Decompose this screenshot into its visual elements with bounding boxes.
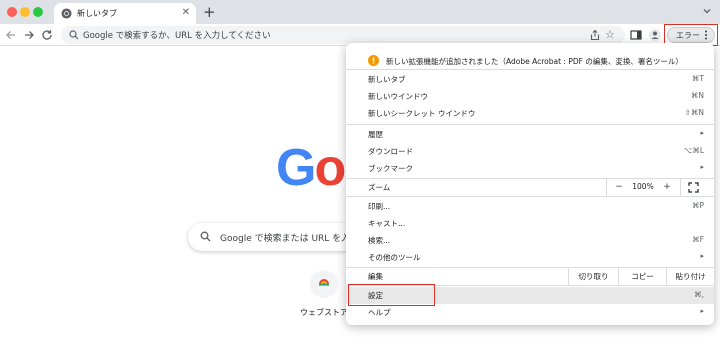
menu-item-cast[interactable]: キャスト... — [346, 215, 714, 232]
menu-item-label: キャスト... — [368, 219, 406, 228]
zoom-divider — [680, 179, 681, 196]
menu-item-bookmarks[interactable]: ブックマーク ▸ — [346, 160, 714, 177]
back-arrow-icon[interactable] — [4, 28, 18, 42]
tab-strip: 新しいタブ ✕ + — [0, 0, 720, 24]
shortcut-label: ウェブストア — [300, 308, 348, 317]
menu-item-label: ズーム — [368, 183, 391, 192]
reload-icon[interactable] — [40, 28, 54, 42]
menu-item-new-incognito[interactable]: 新しいシークレット ウインドウ ⇧⌘N — [346, 105, 714, 122]
copy-button[interactable]: コピー — [618, 268, 666, 285]
menu-item-label: 印刷... — [368, 202, 391, 211]
shortcut-web-store[interactable] — [310, 270, 338, 298]
menu-item-downloads[interactable]: ダウンロード ⌥⌘L — [346, 143, 714, 160]
chrome-favicon — [61, 8, 72, 19]
logo-letter-o: o — [314, 139, 346, 197]
search-box-placeholder: Google で検索または URL を入 — [220, 234, 351, 244]
chrome-menu: 新しい拡張機能が追加されました（Adobe Acrobat : PDF の編集、… — [346, 43, 714, 325]
chevron-down-icon[interactable] — [702, 6, 712, 16]
menu-item-more-tools[interactable]: その他のツール ▸ — [346, 249, 714, 266]
menu-item-find[interactable]: 検索... ⌘F — [346, 232, 714, 249]
search-icon — [200, 231, 211, 242]
menu-item-label: ヘルプ — [368, 308, 391, 317]
menu-item-shortcut: ⌘N — [690, 91, 704, 100]
settings-highlight — [348, 284, 435, 306]
menu-item-label: 新しいタブ — [368, 75, 406, 84]
zoom-level: 100% — [632, 182, 654, 191]
side-panel-icon[interactable] — [629, 28, 643, 42]
star-icon[interactable]: ☆ — [605, 28, 615, 42]
zoom-divider — [606, 179, 607, 196]
web-store-icon — [319, 279, 329, 286]
logo-letter-g: G — [276, 139, 316, 197]
submenu-arrow-icon: ▸ — [700, 307, 704, 315]
menu-item-edit: 編集 切り取り コピー 貼り付け — [346, 268, 714, 285]
search-icon — [69, 30, 79, 40]
submenu-arrow-icon: ▸ — [700, 129, 704, 137]
fullscreen-icon[interactable] — [688, 182, 699, 193]
maximize-window-button[interactable] — [33, 7, 43, 17]
menu-divider — [346, 196, 714, 197]
submenu-arrow-icon: ▸ — [700, 252, 704, 260]
share-icon[interactable] — [589, 29, 601, 41]
google-logo: Go — [276, 139, 346, 197]
menu-notice-extension[interactable]: 新しい拡張機能が追加されました（Adobe Acrobat : PDF の編集、… — [346, 47, 714, 69]
close-window-button[interactable] — [7, 7, 17, 17]
menu-item-label: 検索... — [368, 236, 391, 245]
notice-text: 新しい拡張機能が追加されました（Adobe Acrobat : PDF の編集、… — [386, 57, 683, 66]
forward-arrow-icon[interactable] — [22, 28, 36, 42]
menu-item-new-tab[interactable]: 新しいタブ ⌘T — [346, 71, 714, 88]
cut-button[interactable]: 切り取り — [568, 268, 618, 285]
submenu-arrow-icon: ▸ — [700, 163, 704, 171]
menu-item-zoom: ズーム − 100% + — [346, 179, 714, 196]
menu-item-history[interactable]: 履歴 ▸ — [346, 126, 714, 143]
menu-divider — [346, 69, 714, 70]
tab-new-tab[interactable]: 新しいタブ ✕ — [54, 3, 196, 24]
menu-item-shortcut: ⌥⌘L — [683, 146, 704, 155]
menu-item-shortcut: ⌘P — [691, 201, 704, 210]
menu-item-print[interactable]: 印刷... ⌘P — [346, 198, 714, 215]
menu-item-label: その他のツール — [368, 253, 421, 262]
menu-item-label: 新しいシークレット ウインドウ — [368, 109, 476, 118]
menu-divider — [346, 124, 714, 125]
tab-title: 新しいタブ — [77, 9, 117, 18]
minimize-window-button[interactable] — [20, 7, 30, 17]
zoom-out-button[interactable]: − — [608, 181, 630, 194]
warning-icon — [368, 55, 379, 66]
profile-icon[interactable] — [648, 28, 662, 42]
paste-button[interactable]: 貼り付け — [666, 268, 714, 285]
menu-item-label: 履歴 — [368, 130, 383, 139]
menu-item-label: ダウンロード — [368, 147, 413, 156]
new-tab-button[interactable]: + — [203, 3, 216, 21]
menu-item-shortcut: ⌘T — [691, 74, 704, 83]
menu-item-new-window[interactable]: 新しいウインドウ ⌘N — [346, 88, 714, 105]
menu-item-help[interactable]: ヘルプ ▸ — [346, 304, 714, 321]
address-bar[interactable]: Google で検索するか、URL を入力してください ☆ — [61, 26, 625, 44]
menu-item-shortcut: ⇧⌘N — [684, 108, 704, 117]
address-bar-placeholder: Google で検索するか、URL を入力してください — [83, 31, 271, 41]
menu-item-shortcut: ⌘, — [694, 290, 704, 299]
menu-item-shortcut: ⌘F — [692, 235, 704, 244]
menu-item-label: 編集 — [368, 272, 383, 281]
menu-item-label: ブックマーク — [368, 164, 413, 173]
menu-item-label: 新しいウインドウ — [368, 92, 428, 101]
close-tab-icon[interactable]: ✕ — [182, 6, 190, 20]
zoom-in-button[interactable]: + — [656, 181, 678, 194]
